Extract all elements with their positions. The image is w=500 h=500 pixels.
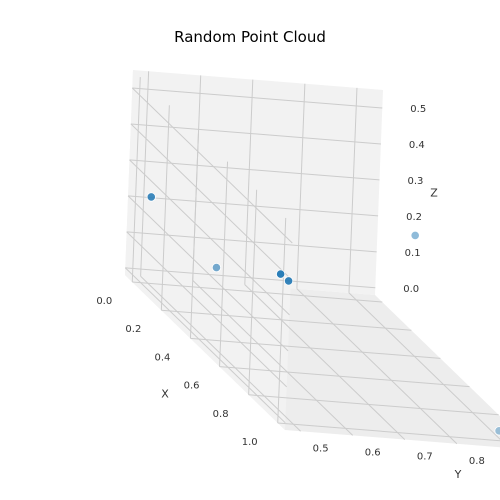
data-point	[284, 277, 292, 285]
y-tick: 0.7	[417, 452, 433, 463]
z-tick: 0.0	[403, 284, 419, 295]
data-point	[212, 263, 220, 271]
x-axis-label: X	[161, 388, 169, 401]
data-point	[411, 231, 419, 239]
x-tick: 1.0	[242, 437, 258, 448]
z-tick: 0.1	[405, 248, 421, 259]
z-tick: 0.3	[407, 176, 423, 187]
y-tick: 0.6	[365, 447, 381, 458]
y-tick: 0.8	[469, 456, 485, 467]
y-axis-label: Y	[454, 468, 462, 481]
data-point	[147, 193, 155, 201]
x-tick: 0.6	[184, 381, 200, 392]
x-tick: 0.2	[125, 324, 141, 335]
data-point	[495, 427, 500, 435]
x-tick: 0.4	[155, 352, 171, 363]
scatter-3d: 0.00.20.40.60.81.00.50.60.70.80.90.00.10…	[0, 0, 500, 500]
z-tick: 0.5	[410, 104, 426, 115]
z-tick: 0.4	[409, 140, 425, 151]
z-tick: 0.2	[406, 212, 422, 223]
data-point	[276, 270, 284, 278]
z-axis-label: Z	[430, 187, 438, 200]
x-tick: 0.8	[213, 409, 229, 420]
x-tick: 0.0	[96, 296, 112, 307]
y-tick: 0.5	[313, 443, 329, 454]
